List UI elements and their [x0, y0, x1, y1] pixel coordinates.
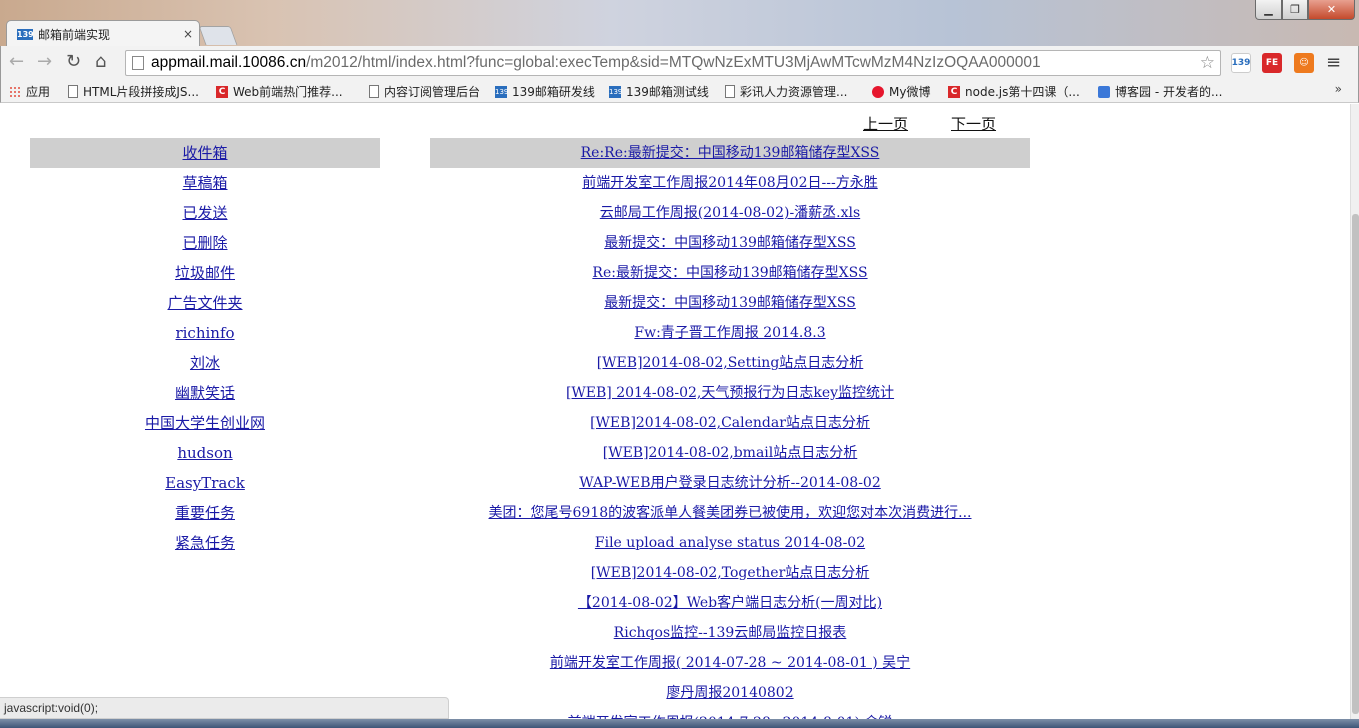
scrollbar-thumb[interactable] [1352, 214, 1359, 714]
mail-item[interactable]: 云邮局工作周报(2014-08-02)-潘薪丞.xls [430, 198, 1030, 228]
bookmark-label: Web前端热门推荐... [233, 85, 343, 99]
url-path: /m2012/html/index.html?func=global:execT… [306, 54, 1041, 71]
apps-grid-icon [9, 85, 21, 98]
browser-menu-icon[interactable]: ≡ [1326, 52, 1341, 73]
mail-item[interactable]: File upload analyse status 2014-08-02 [430, 528, 1030, 558]
bookmark-item[interactable]: 彩讯人力资源管理... [725, 83, 847, 100]
url-host: appmail.mail.10086.cn [151, 54, 307, 71]
mail-item[interactable]: WAP-WEB用户登录日志统计分析--2014-08-02 [430, 468, 1030, 498]
bookmarks-more-icon[interactable]: » [1335, 82, 1342, 96]
bookmark-label: 139邮箱研发线 [512, 85, 595, 99]
new-tab-button[interactable] [198, 26, 238, 45]
folder-item[interactable]: 幽默笑话 [30, 378, 380, 408]
bookmark-item[interactable]: My微博 [872, 83, 930, 100]
blue-icon [1098, 85, 1110, 98]
browser-tab[interactable]: 139 邮箱前端实现 × [6, 20, 200, 47]
extension-orange-icon[interactable]: ☺ [1294, 53, 1314, 73]
mail-item[interactable]: [WEB]2014-08-02,Together站点日志分析 [430, 558, 1030, 588]
139-icon: 139 [495, 85, 509, 98]
folder-item[interactable]: 紧急任务 [30, 528, 380, 558]
mail-item[interactable]: [WEB]2014-08-02,bmail站点日志分析 [430, 438, 1030, 468]
page-scrollbar[interactable] [1350, 104, 1359, 728]
next-page-link[interactable]: 下一页 [951, 113, 996, 134]
red-c-icon: C [948, 85, 960, 98]
page-icon [369, 85, 379, 98]
folder-item[interactable]: 收件箱 [30, 138, 380, 168]
weibo-icon [872, 85, 884, 98]
mail-item[interactable]: 【2014-08-02】Web客户端日志分析(一周对比) [430, 588, 1030, 618]
folder-item[interactable]: 已删除 [30, 228, 380, 258]
bookmark-label: HTML片段拼接成JS... [83, 85, 199, 99]
bookmark-item[interactable]: 博客园 - 开发者的... [1098, 83, 1222, 100]
tab-favicon-icon: 139 [17, 28, 34, 40]
bookmark-item[interactable]: Cnode.js第十四课（... [948, 83, 1080, 100]
back-arrow-icon[interactable]: ← [9, 51, 24, 73]
bookmark-item[interactable]: 139 139邮箱测试线 [609, 83, 709, 100]
tab-title: 邮箱前端实现 [38, 27, 111, 42]
browser-toolbar: ← → ↻ ⌂ appmail.mail.10086.cn/m2012/html… [0, 46, 1359, 79]
red-c-icon: C [216, 85, 228, 98]
folder-item[interactable]: 重要任务 [30, 498, 380, 528]
folder-item[interactable]: richinfo [30, 318, 380, 348]
bookmark-label: 博客园 - 开发者的... [1115, 85, 1223, 99]
mail-item[interactable]: 前端开发室工作周报( 2014-07-28 ~ 2014-08-01 ) 吴宁 [430, 648, 1030, 678]
bookmark-label: 内容订阅管理后台 [384, 85, 481, 99]
tab-close-icon[interactable]: × [183, 27, 193, 41]
prev-page-link[interactable]: 上一页 [863, 113, 908, 134]
page-icon [68, 85, 78, 98]
window-maximize-button[interactable]: ❐ [1282, 0, 1308, 20]
bookmark-label: 139邮箱测试线 [626, 85, 709, 99]
page-icon [725, 85, 735, 98]
mail-item[interactable]: Richqos监控--139云邮局监控日报表 [430, 618, 1030, 648]
mail-item[interactable]: Re:最新提交：中国移动139邮箱储存型XSS [430, 258, 1030, 288]
reload-icon[interactable]: ↻ [66, 51, 81, 73]
status-bar: javascript:void(0); [0, 697, 449, 719]
folder-list: 收件箱 草稿箱 已发送 已删除 垃圾邮件 广告文件夹 richinfo 刘冰 幽默笑话 中国大学生… [30, 138, 380, 558]
folder-item[interactable]: 垃圾邮件 [30, 258, 380, 288]
bookmark-label: 应用 [26, 85, 51, 99]
window-titlebar: 139 邮箱前端实现 × ▁ ❐ ✕ [0, 0, 1359, 47]
mail-item[interactable]: 前端开发室工作周报2014年08月02日---方永胜 [430, 168, 1030, 198]
page-icon [132, 56, 144, 70]
folder-item[interactable]: 中国大学生创业网 [30, 408, 380, 438]
bookmark-label: My微博 [889, 85, 931, 99]
bookmark-label: node.js第十四课（... [965, 85, 1080, 99]
extension-fe-icon[interactable]: FE [1262, 53, 1282, 73]
bookmark-apps[interactable]: 应用 [9, 83, 50, 100]
mail-item[interactable]: 最新提交：中国移动139邮箱储存型XSS [430, 288, 1030, 318]
bookmark-item[interactable]: 139 139邮箱研发线 [495, 83, 595, 100]
mail-item[interactable]: [WEB] 2014-08-02,天气预报行为日志key监控统计 [430, 378, 1030, 408]
mail-item[interactable]: 廖丹周报20140802 [430, 678, 1030, 708]
home-icon[interactable]: ⌂ [95, 51, 106, 73]
window-minimize-button[interactable]: ▁ [1255, 0, 1282, 20]
folder-item[interactable]: 广告文件夹 [30, 288, 380, 318]
folder-item[interactable]: 已发送 [30, 198, 380, 228]
mail-item[interactable]: [WEB]2014-08-02,Calendar站点日志分析 [430, 408, 1030, 438]
os-taskbar [0, 719, 1359, 728]
address-bar[interactable]: appmail.mail.10086.cn/m2012/html/index.h… [125, 50, 1221, 76]
mail-list: Re:Re:最新提交：中国移动139邮箱储存型XSS 前端开发室工作周报2014年… [430, 138, 1030, 728]
folder-item[interactable]: EasyTrack [30, 468, 380, 498]
page-content: 上一页 下一页 收件箱 草稿箱 已发送 已删除 垃圾邮件 广告文件夹 richinfo 刘冰幽… [0, 104, 1350, 728]
bookmark-item[interactable]: 内容订阅管理后台 [369, 83, 480, 100]
window-close-button[interactable]: ✕ [1308, 0, 1355, 20]
extension-139-icon[interactable]: 139 [1231, 53, 1251, 73]
mail-item[interactable]: 美团：您尾号6918的波客派单人餐美团券已被使用，欢迎您对本次消费进行... [430, 498, 1030, 528]
mail-item[interactable]: [WEB]2014-08-02,Setting站点日志分析 [430, 348, 1030, 378]
forward-arrow-icon[interactable]: → [37, 51, 52, 73]
bookmark-star-icon[interactable]: ☆ [1200, 53, 1215, 73]
folder-item[interactable]: 草稿箱 [30, 168, 380, 198]
folder-item[interactable]: hudson [30, 438, 380, 468]
bookmark-item[interactable]: HTML片段拼接成JS... [68, 83, 199, 100]
bookmarks-bar: 应用 HTML片段拼接成JS... C Web前端热门推荐... 内容订阅管理后台… [0, 79, 1359, 103]
folder-item[interactable]: 刘冰 [30, 348, 380, 378]
bookmark-item[interactable]: C Web前端热门推荐... [216, 83, 343, 100]
bookmark-label: 彩讯人力资源管理... [740, 85, 848, 99]
mail-item[interactable]: 最新提交：中国移动139邮箱储存型XSS [430, 228, 1030, 258]
139-icon: 139 [609, 85, 623, 98]
mail-item[interactable]: Fw:青子晋工作周报 2014.8.3 [430, 318, 1030, 348]
mail-item[interactable]: Re:Re:最新提交：中国移动139邮箱储存型XSS [430, 138, 1030, 168]
